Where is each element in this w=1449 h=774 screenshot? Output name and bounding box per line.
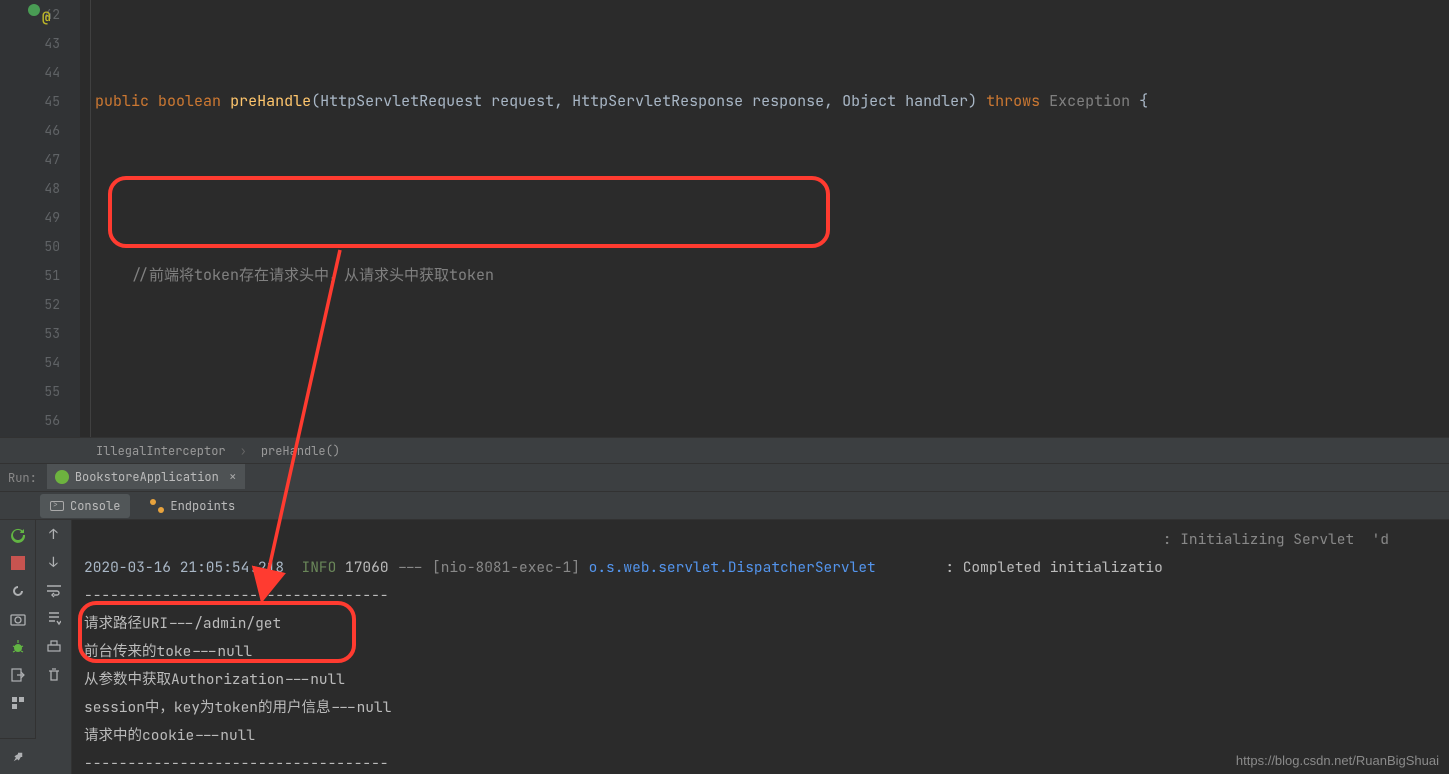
exception: Exception — [1040, 91, 1139, 111]
print-icon[interactable] — [45, 638, 63, 656]
stop-icon[interactable] — [9, 554, 27, 572]
console-icon — [50, 501, 64, 511]
log-uri: 请求路径URI---/admin/get — [84, 610, 1437, 638]
gutter-line-42: @ 42 — [0, 0, 60, 29]
run-toolbar — [0, 520, 36, 774]
tool-tabs: Console Endpoints — [0, 492, 1449, 520]
method-name: preHandle — [230, 91, 311, 111]
log-sep2: ----------------------------------- — [84, 750, 1437, 774]
breadcrumb: IllegalInterceptor › preHandle() — [0, 437, 1449, 464]
code-editor[interactable]: @ 42 43 44 45▸ 46 47 48 49 50 51 52 53 5… — [0, 0, 1449, 437]
console-toolbar: ↑ ↓ — [36, 520, 72, 774]
log-token: 前台传来的toke---null — [84, 638, 1437, 666]
scroll-end-icon[interactable] — [45, 610, 63, 628]
rerun-icon[interactable] — [9, 526, 27, 544]
breadcrumb-sep: › — [240, 443, 247, 459]
tab-console[interactable]: Console — [40, 494, 130, 518]
breadcrumb-method[interactable]: preHandle() — [261, 443, 340, 459]
up-icon[interactable]: ↑ — [45, 526, 63, 544]
console-output[interactable]: : Initializing Servlet 'd2020-03-16 21:0… — [72, 520, 1449, 774]
comment: //前端将token存在请求头中，从请求头中获取token — [131, 265, 494, 285]
impl-icon — [28, 4, 40, 16]
watermark: https://blog.csdn.net/RuanBigShuai — [1236, 753, 1439, 768]
log-param: 从参数中获取Authorization---null — [84, 666, 1437, 694]
gutter: @ 42 43 44 45▸ 46 47 48 49 50 51 52 53 5… — [0, 0, 80, 437]
run-label: Run: — [8, 470, 37, 486]
params: (HttpServletRequest request, HttpServlet… — [311, 91, 986, 111]
down-icon[interactable]: ↓ — [45, 554, 63, 572]
tab-label: Console — [70, 498, 120, 514]
spring-icon — [55, 470, 69, 484]
console-panel: ↑ ↓ — [0, 520, 1449, 774]
restart-icon[interactable] — [9, 582, 27, 600]
log-line: : Initializing Servlet 'd — [84, 526, 1437, 554]
trash-icon[interactable] — [45, 666, 63, 684]
keyword: public — [95, 91, 149, 111]
run-tab[interactable]: BookstoreApplication × — [47, 464, 245, 491]
tab-endpoints[interactable]: Endpoints — [140, 494, 245, 518]
bug-icon[interactable] — [9, 638, 27, 656]
exit-icon[interactable] — [9, 666, 27, 684]
log-cookie: 请求中的cookie---null — [84, 722, 1437, 750]
brace: { — [1139, 91, 1148, 111]
keyword: throws — [986, 91, 1040, 111]
run-header: Run: BookstoreApplication × — [0, 464, 1449, 492]
breadcrumb-class[interactable]: IllegalInterceptor — [96, 443, 226, 459]
layout-icon[interactable] — [9, 694, 27, 712]
run-tab-label: BookstoreApplication — [75, 469, 219, 485]
pin-icon[interactable] — [0, 738, 36, 774]
camera-icon[interactable] — [9, 610, 27, 628]
log-line: 2020-03-16 21:05:54.218 INFO 17060 --- [… — [84, 554, 1437, 582]
tab-label: Endpoints — [170, 498, 235, 514]
log-session: session中，key为token的用户信息---null — [84, 694, 1437, 722]
log-sep: ----------------------------------- — [84, 582, 1437, 610]
wrap-icon[interactable] — [45, 582, 63, 600]
keyword: boolean — [158, 91, 221, 111]
endpoints-icon — [150, 499, 164, 513]
code-content[interactable]: public boolean preHandle(HttpServletRequ… — [80, 0, 1449, 437]
close-icon[interactable]: × — [229, 468, 237, 485]
